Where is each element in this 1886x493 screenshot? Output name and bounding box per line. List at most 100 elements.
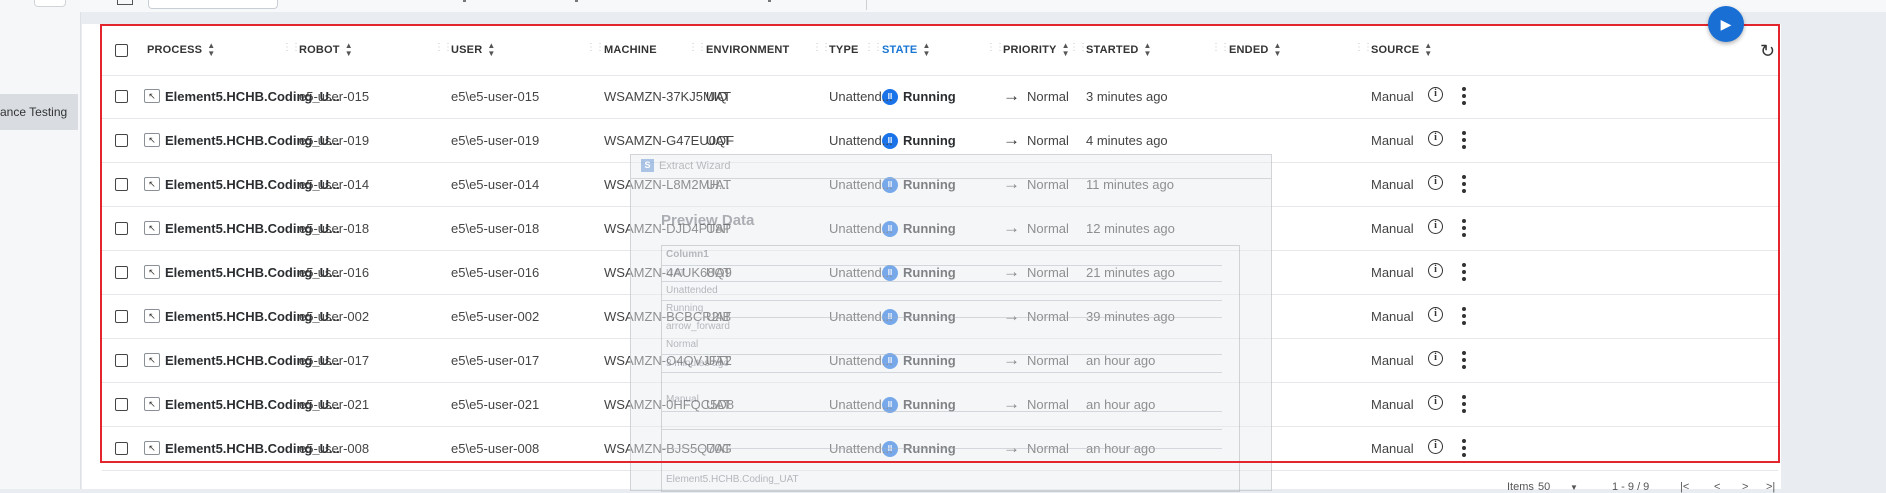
more-vert-icon[interactable] — [1461, 86, 1467, 106]
row-checkbox[interactable] — [115, 354, 128, 367]
robot-process-icon: ↖ — [144, 221, 160, 235]
info-icon[interactable]: i — [1428, 395, 1443, 410]
last-page-icon[interactable]: >| — [1766, 481, 1775, 493]
column-header-machine[interactable]: MACHINE — [604, 26, 657, 75]
table-row[interactable]: ↖ II → Element5.HCHB.Coding_U... e5-user-021… — [102, 383, 1778, 427]
table-row[interactable]: ↖ II → Element5.HCHB.Coding_U... e5-user-019… — [102, 119, 1778, 163]
info-icon[interactable]: i — [1428, 263, 1443, 278]
type-cell: Unattend... — [829, 89, 893, 104]
row-checkbox[interactable] — [115, 398, 128, 411]
sort-icon[interactable]: ▲ ▼ — [1274, 42, 1282, 58]
column-header-state[interactable]: STATE ▲ ▼ — [882, 26, 931, 75]
sort-icon[interactable]: ▲ ▼ — [345, 42, 353, 58]
user-cell: e5\e5-user-014 — [451, 177, 540, 192]
table-row[interactable]: ↖ II → Element5.HCHB.Coding_U... e5-user-015… — [102, 75, 1778, 119]
sort-icon[interactable]: ▲ ▼ — [1144, 42, 1152, 58]
column-header-process[interactable]: PROCESS ▲ ▼ — [147, 26, 215, 75]
column-header-type[interactable]: TYPE — [829, 26, 859, 75]
column-resize-handle[interactable]: ⋮⋮ — [586, 43, 605, 57]
paginator: Items 50 ▼ 1 - 9 / 9 |< < > >| — [102, 463, 1778, 493]
nav-search-box[interactable] — [34, 0, 66, 7]
type-cell: Unattend... — [829, 397, 893, 412]
user-cell: e5\e5-user-015 — [451, 89, 540, 104]
column-resize-handle[interactable]: ⋮⋮ — [986, 43, 1005, 57]
sort-icon[interactable]: ▲ ▼ — [922, 42, 930, 58]
row-checkbox[interactable] — [115, 178, 128, 191]
column-header-source[interactable]: SOURCE ▲ ▼ — [1371, 26, 1432, 75]
chevron-down-icon[interactable]: ▼ — [1570, 483, 1578, 492]
table-row[interactable]: ↖ II → Element5.HCHB.Coding_U... e5-user-014… — [102, 163, 1778, 207]
table-row[interactable]: ↖ II → Element5.HCHB.Coding_U... e5-user-002… — [102, 295, 1778, 339]
column-resize-handle[interactable]: ⋮⋮ — [1354, 43, 1373, 57]
previous-page-icon[interactable]: < — [1714, 481, 1720, 493]
info-icon[interactable]: i — [1428, 439, 1443, 454]
user-cell: e5\e5-user-018 — [451, 221, 540, 236]
toolbar-text-fragment — [575, 0, 578, 2]
table-row[interactable]: ↖ II → Element5.HCHB.Coding_U... e5-user-017… — [102, 339, 1778, 383]
arrow-forward-icon: → — [1003, 394, 1020, 413]
arrow-forward-icon: → — [1003, 174, 1020, 193]
robot-process-icon: ↖ — [144, 353, 160, 367]
column-resize-handle[interactable]: ⋮⋮ — [1069, 43, 1088, 57]
more-vert-icon[interactable] — [1461, 262, 1467, 282]
next-page-icon[interactable]: > — [1742, 481, 1748, 493]
priority-cell: Normal — [1027, 89, 1069, 104]
row-checkbox[interactable] — [115, 134, 128, 147]
more-vert-icon[interactable] — [1461, 130, 1467, 150]
column-header-priority[interactable]: PRIORITY ▲ ▼ — [1003, 26, 1070, 75]
more-vert-icon[interactable] — [1461, 350, 1467, 370]
row-checkbox[interactable] — [115, 310, 128, 323]
column-resize-handle[interactable]: ⋮⋮ — [864, 43, 883, 57]
source-cell: Manual — [1371, 397, 1414, 412]
filter-input[interactable] — [148, 0, 278, 9]
more-vert-icon[interactable] — [1461, 218, 1467, 238]
more-vert-icon[interactable] — [1461, 306, 1467, 326]
user-cell: e5\e5-user-002 — [451, 309, 540, 324]
info-icon[interactable]: i — [1428, 131, 1443, 146]
info-icon[interactable]: i — [1428, 219, 1443, 234]
arrow-forward-icon: → — [1003, 86, 1020, 105]
select-all-checkbox[interactable] — [115, 44, 128, 57]
row-checkbox[interactable] — [115, 266, 128, 279]
first-page-icon[interactable]: |< — [1680, 481, 1689, 493]
items-per-page-select[interactable]: 50 — [1538, 481, 1550, 493]
row-checkbox[interactable] — [115, 222, 128, 235]
table-header: PROCESS ▲ ▼ ⋮⋮ ROBOT ▲ ▼ ⋮⋮ USER ▲ ▼ ⋮⋮ MACHIN… — [102, 26, 1778, 76]
sidebar-item-label: ance Testing — [0, 105, 68, 119]
table-row[interactable]: ↖ II → Element5.HCHB.Coding_U... e5-user-018… — [102, 207, 1778, 251]
more-vert-icon[interactable] — [1461, 174, 1467, 194]
environment-cell: UAT — [706, 397, 732, 412]
sort-icon[interactable]: ▲ ▼ — [1424, 42, 1432, 58]
refresh-icon[interactable]: ↻ — [1760, 42, 1775, 60]
menu-icon[interactable] — [117, 0, 133, 5]
row-checkbox[interactable] — [115, 442, 128, 455]
column-header-user[interactable]: USER ▲ ▼ — [451, 26, 496, 75]
column-resize-handle[interactable]: ⋮⋮ — [812, 43, 831, 57]
column-resize-handle[interactable]: ⋮⋮ — [688, 43, 707, 57]
info-icon[interactable]: i — [1428, 307, 1443, 322]
more-vert-icon[interactable] — [1461, 438, 1467, 458]
column-label: ENVIRONMENT — [706, 44, 790, 56]
sort-icon[interactable]: ▲ ▼ — [487, 42, 495, 58]
column-resize-handle[interactable]: ⋮⋮ — [1211, 43, 1230, 57]
state-cell: Running — [903, 397, 956, 412]
robot-cell: e5-user-016 — [299, 265, 370, 280]
state-cell: Running — [903, 89, 956, 104]
column-resize-handle[interactable]: ⋮⋮ — [282, 43, 301, 57]
info-icon[interactable]: i — [1428, 175, 1443, 190]
more-vert-icon[interactable] — [1461, 394, 1467, 414]
run-button[interactable]: ▶ — [1708, 6, 1744, 42]
column-header-robot[interactable]: ROBOT ▲ ▼ — [299, 26, 353, 75]
toolbar-divider — [866, 0, 867, 10]
column-header-ended[interactable]: ENDED ▲ ▼ — [1229, 26, 1282, 75]
robot-process-icon: ↖ — [144, 177, 160, 191]
table-row[interactable]: ↖ II → Element5.HCHB.Coding_U... e5-user-016… — [102, 251, 1778, 295]
sort-icon[interactable]: ▲ ▼ — [207, 42, 215, 58]
column-resize-handle[interactable]: ⋮⋮ — [434, 43, 453, 57]
column-header-environment[interactable]: ENVIRONMENT — [706, 26, 789, 75]
info-icon[interactable]: i — [1428, 87, 1443, 102]
sidebar-item-acceptance-testing[interactable]: ance Testing — [0, 94, 78, 130]
info-icon[interactable]: i — [1428, 351, 1443, 366]
row-checkbox[interactable] — [115, 90, 128, 103]
column-header-started[interactable]: STARTED ▲ ▼ — [1086, 26, 1152, 75]
